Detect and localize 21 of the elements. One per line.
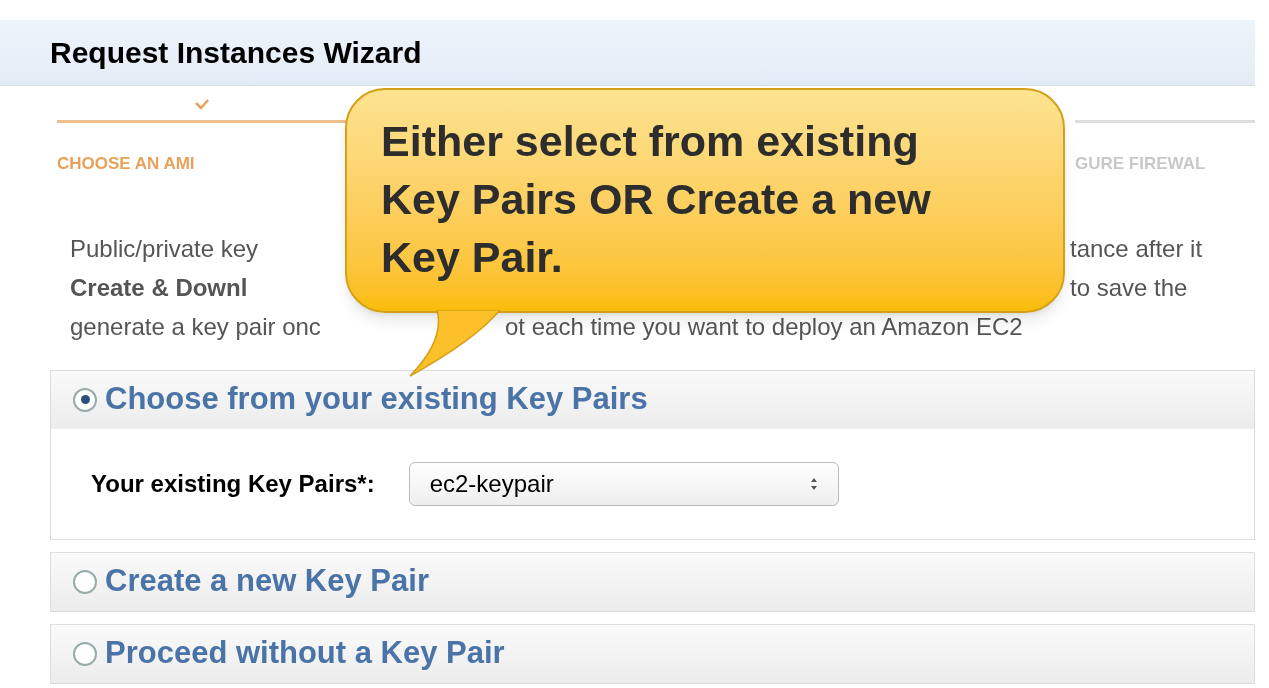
stepper-icon: [809, 476, 818, 491]
option-header[interactable]: Proceed without a Key Pair: [51, 624, 1254, 683]
radio-button[interactable]: [73, 569, 97, 594]
description-text: Public/private key: [70, 234, 259, 262]
key-pair-select[interactable]: ec2-keypair: [408, 461, 839, 506]
option-header[interactable]: Create a new Key Pair: [51, 552, 1254, 611]
field-label: Your existing Key Pairs*:: [91, 468, 375, 499]
window-title: Request Instances Wizard: [50, 35, 422, 71]
option-label: Create a new Key Pair: [105, 562, 429, 601]
description-text: Create & Downl: [70, 273, 248, 301]
callout-text: Either select from existing Key Pairs OR Create a new Key Pair.: [381, 116, 932, 283]
option-label: Choose from your existing Key Pairs: [105, 380, 648, 419]
option-header[interactable]: Choose from your existing Key Pairs: [51, 370, 1254, 429]
radio-button[interactable]: [73, 641, 97, 666]
description-text: ot each time you want to deploy an Amazon EC2: [505, 311, 1023, 342]
description-text: tance after it: [1070, 233, 1203, 264]
description-text: to save the: [1070, 272, 1188, 303]
option-label: Proceed without a Key Pair: [105, 634, 505, 673]
step-label: CHOOSE AN AMI: [57, 153, 196, 175]
description-text: generate a key pair onc: [70, 312, 321, 340]
radio-button[interactable]: [73, 387, 97, 412]
